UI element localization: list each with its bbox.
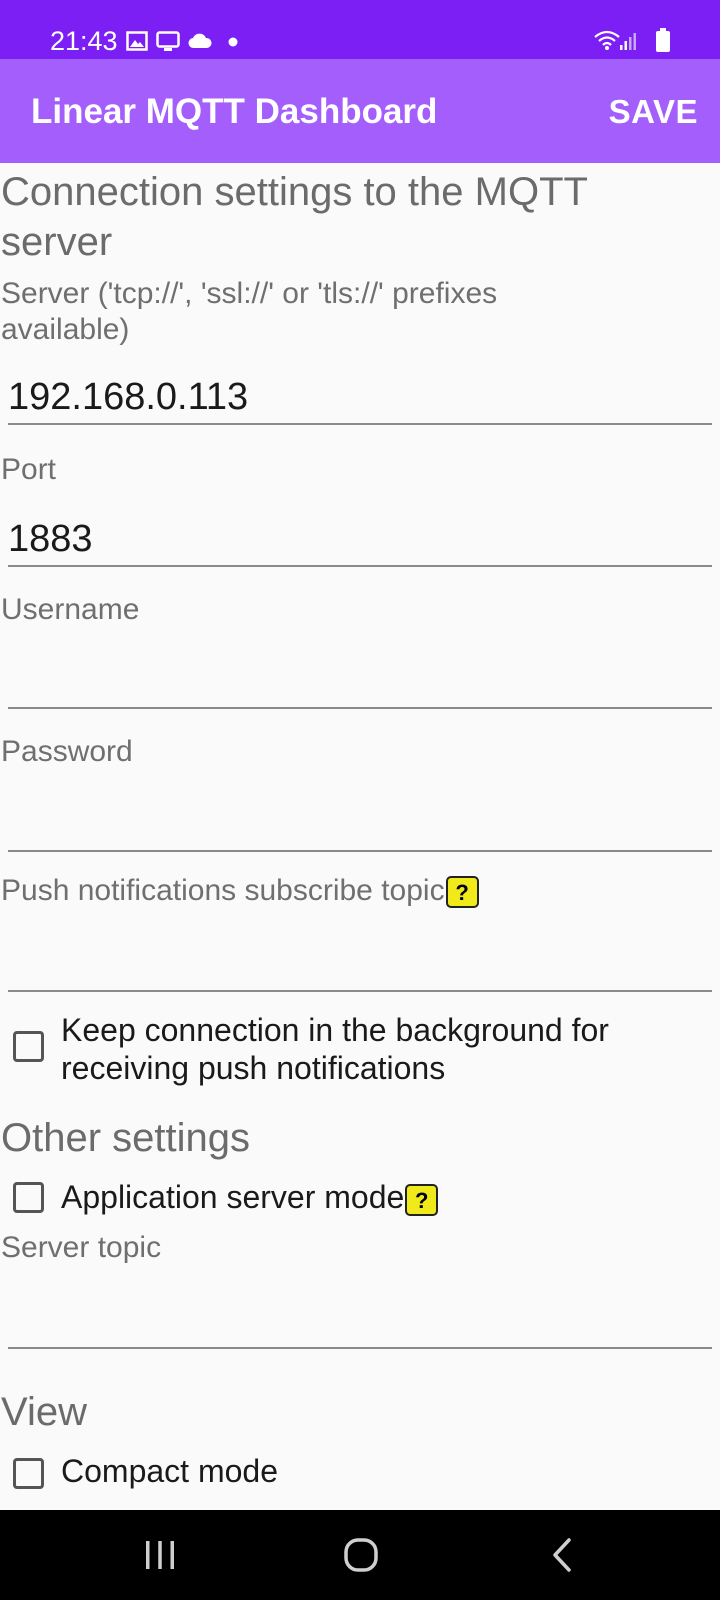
push-topic-label-row: Push notifications subscribe topic? bbox=[1, 873, 479, 909]
screen-cast-icon bbox=[156, 31, 180, 51]
other-settings-heading: Other settings bbox=[1, 1116, 251, 1160]
app-server-mode-row[interactable]: Application server mode? bbox=[0, 1178, 720, 1220]
port-input[interactable] bbox=[8, 513, 712, 567]
navigation-bar bbox=[0, 1510, 720, 1600]
app-title: Linear MQTT Dashboard bbox=[31, 92, 438, 131]
app-server-mode-checkbox[interactable] bbox=[13, 1182, 44, 1213]
compact-mode-checkbox[interactable] bbox=[13, 1458, 44, 1489]
keep-connection-label: Keep connection in the background for re… bbox=[61, 1012, 609, 1086]
app-bar: Linear MQTT Dashboard SAVE bbox=[0, 59, 720, 163]
compact-mode-row[interactable]: Compact mode bbox=[0, 1452, 720, 1494]
username-label: Username bbox=[1, 593, 140, 626]
app-server-mode-label: Application server mode bbox=[61, 1179, 405, 1215]
push-topic-input[interactable] bbox=[8, 938, 712, 992]
port-label: Port bbox=[1, 453, 57, 486]
keep-connection-checkbox[interactable] bbox=[13, 1031, 44, 1062]
server-label: Server ('tcp://', 'ssl://' or 'tls://' p… bbox=[1, 277, 498, 346]
server-input[interactable] bbox=[8, 371, 712, 425]
app-server-mode-label-row: Application server mode? bbox=[61, 1178, 439, 1216]
battery-icon bbox=[656, 28, 670, 52]
keep-connection-row[interactable]: Keep connection in the background for re… bbox=[0, 1011, 720, 1091]
signal-icon bbox=[620, 33, 636, 50]
username-input[interactable] bbox=[8, 655, 712, 709]
cloud-icon bbox=[188, 33, 212, 49]
wifi-icon bbox=[594, 30, 620, 50]
dot-icon bbox=[228, 37, 238, 47]
view-heading: View bbox=[1, 1390, 87, 1434]
status-bar: 21:43 bbox=[0, 0, 720, 59]
recent-apps-icon[interactable] bbox=[120, 1526, 200, 1584]
back-icon[interactable] bbox=[522, 1526, 602, 1584]
status-time: 21:43 bbox=[50, 26, 118, 56]
compact-mode-label: Compact mode bbox=[61, 1453, 278, 1489]
server-topic-input[interactable] bbox=[8, 1295, 712, 1349]
connection-settings-heading: Connection settings to the MQTT server bbox=[1, 170, 588, 264]
save-button[interactable]: SAVE bbox=[609, 90, 698, 134]
server-topic-label: Server topic bbox=[1, 1231, 162, 1264]
app-server-mode-help-icon[interactable]: ? bbox=[405, 1183, 439, 1216]
password-input[interactable] bbox=[8, 798, 712, 852]
push-topic-label: Push notifications subscribe topic bbox=[1, 874, 445, 907]
settings-content[interactable]: Connection settings to the MQTT server S… bbox=[0, 163, 720, 1510]
home-icon[interactable] bbox=[321, 1526, 401, 1584]
gallery-icon bbox=[126, 31, 148, 51]
password-label: Password bbox=[1, 735, 133, 768]
push-topic-help-icon[interactable]: ? bbox=[445, 876, 479, 909]
